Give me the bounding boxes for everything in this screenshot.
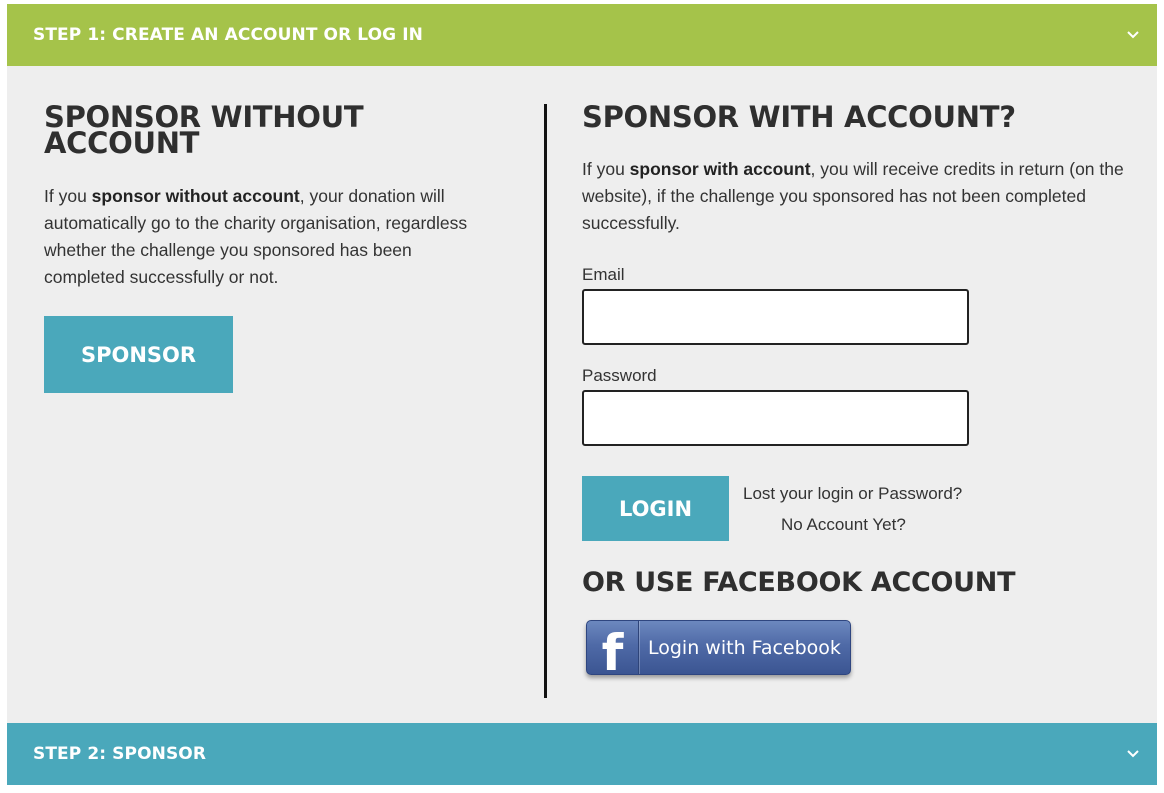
no-account-link[interactable]: No Account Yet?: [781, 515, 906, 535]
sponsor-without-account-heading: SPONSOR WITHOUT ACCOUNT: [44, 100, 364, 160]
password-field[interactable]: [582, 390, 969, 446]
sponsor-button[interactable]: SPONSOR: [44, 316, 233, 393]
chevron-down-icon[interactable]: [1126, 747, 1140, 761]
step1-panel: SPONSOR WITHOUT ACCOUNT If you sponsor w…: [7, 66, 1157, 723]
step2-title: STEP 2: SPONSOR: [33, 744, 207, 764]
facebook-logo-letter: f: [601, 624, 624, 674]
chevron-down-icon[interactable]: [1126, 28, 1140, 42]
email-label: Email: [582, 265, 625, 284]
step1-title: STEP 1: CREATE AN ACCOUNT OR LOG IN: [33, 25, 423, 45]
password-label: Password: [582, 366, 657, 385]
facebook-heading: OR USE FACEBOOK ACCOUNT: [582, 567, 1016, 598]
facebook-f-icon: f: [587, 621, 639, 674]
lost-password-link[interactable]: Lost your login or Password?: [743, 484, 962, 504]
login-button[interactable]: LOGIN: [582, 476, 729, 541]
facebook-login-button[interactable]: f Login with Facebook: [586, 620, 851, 675]
sponsor-with-account-heading: SPONSOR WITH ACCOUNT?: [582, 100, 1016, 134]
step1-header[interactable]: STEP 1: CREATE AN ACCOUNT OR LOG IN: [7, 4, 1157, 66]
sponsor-with-account-text: If you sponsor with account, you will re…: [582, 159, 1124, 233]
facebook-login-label: Login with Facebook: [648, 636, 841, 659]
column-divider: [544, 104, 547, 698]
email-field[interactable]: [582, 289, 969, 345]
sponsor-without-account-text: If you sponsor without account, your don…: [44, 186, 468, 287]
step2-header[interactable]: STEP 2: SPONSOR: [7, 723, 1157, 785]
